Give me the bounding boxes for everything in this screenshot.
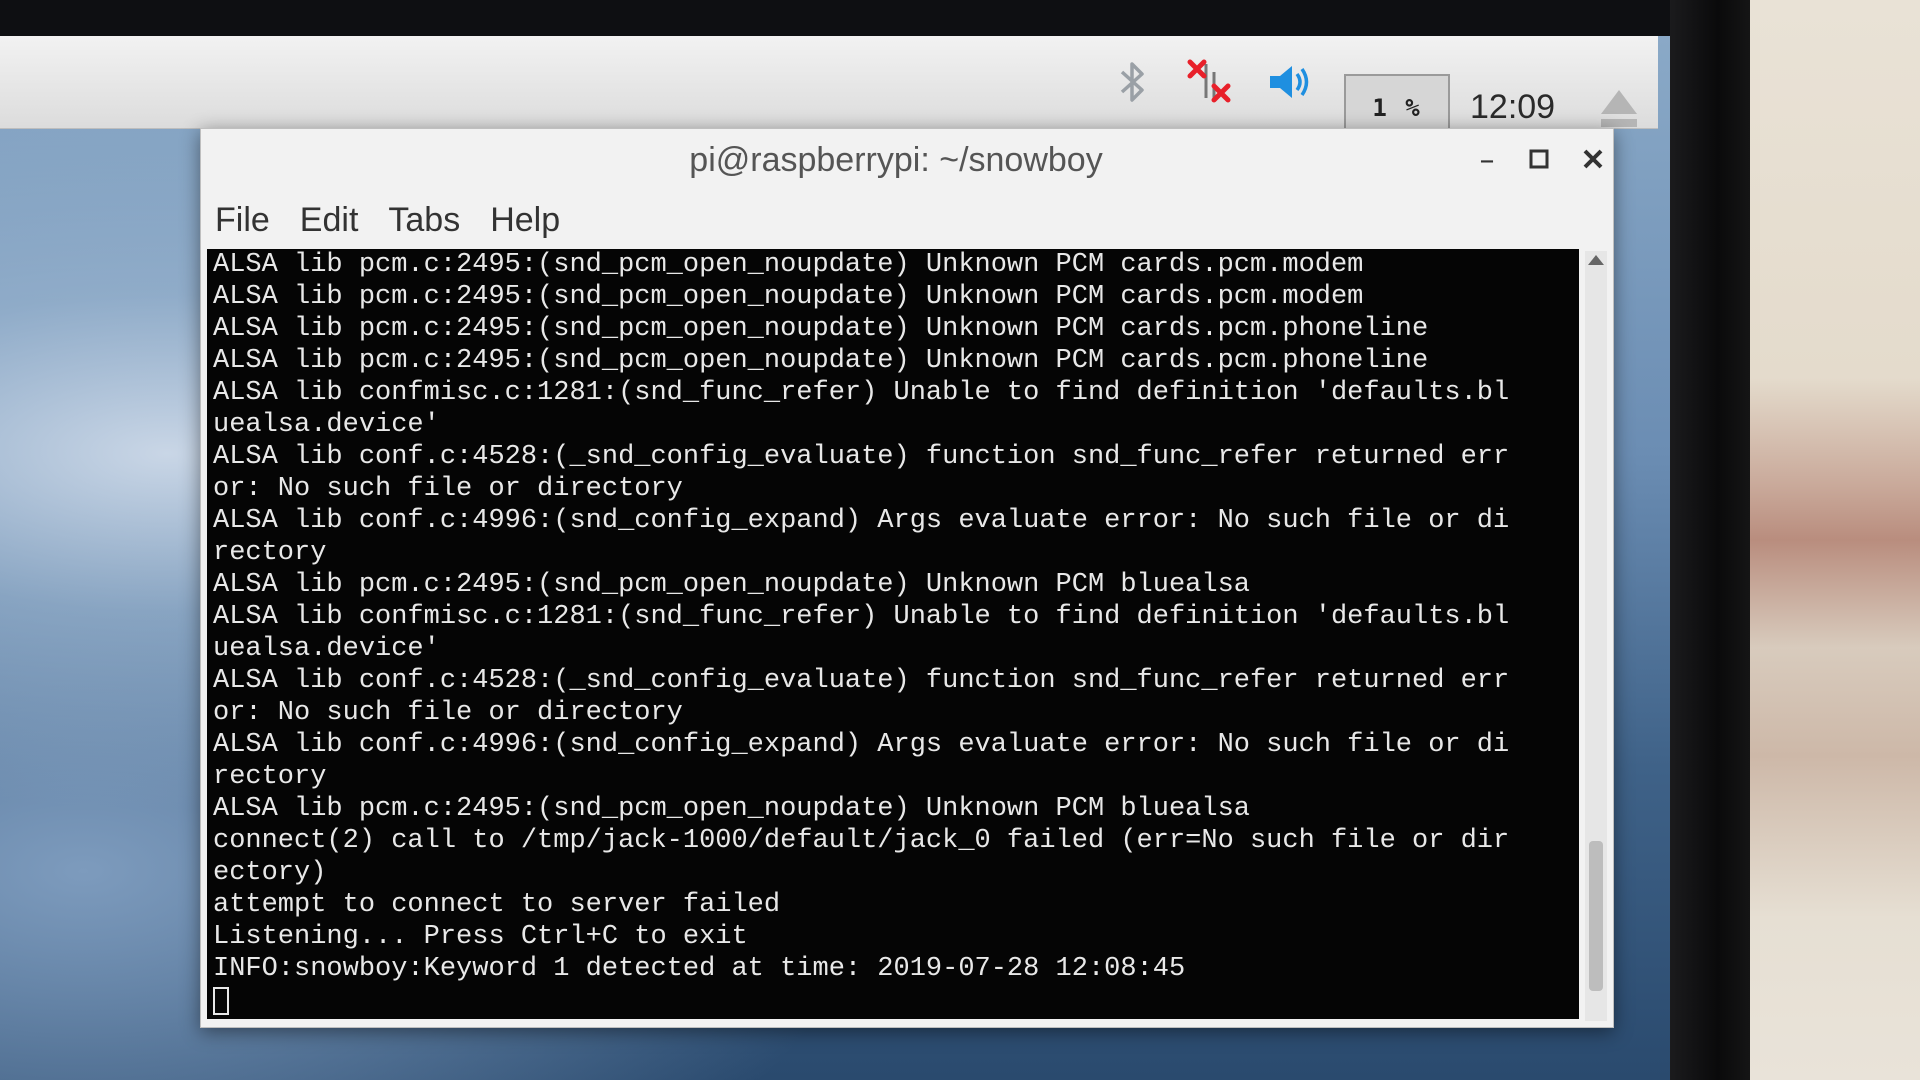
clock[interactable]: 12:09 [1470, 88, 1555, 127]
terminal-line: rectory [213, 538, 327, 568]
terminal-line: ALSA lib pcm.c:2495:(snd_pcm_open_noupda… [213, 794, 1250, 824]
terminal-line: ALSA lib pcm.c:2495:(snd_pcm_open_noupda… [213, 314, 1429, 344]
network-disconnected-icon[interactable] [1186, 58, 1234, 106]
maximize-button[interactable] [1523, 145, 1555, 177]
close-button[interactable] [1577, 145, 1609, 177]
monitor-bezel-right [1670, 0, 1750, 1080]
terminal-line: uealsa.device' [213, 410, 440, 440]
minimize-button[interactable]: – [1471, 145, 1503, 177]
scroll-up-arrow-icon[interactable] [1588, 255, 1604, 265]
terminal-output[interactable]: ALSA lib pcm.c:2495:(snd_pcm_open_noupda… [207, 249, 1579, 1019]
window-titlebar[interactable]: pi@raspberrypi: ~/snowboy – [201, 129, 1613, 191]
terminal-line: ALSA lib confmisc.c:1281:(snd_func_refer… [213, 378, 1510, 408]
bluetooth-icon[interactable] [1108, 58, 1156, 106]
terminal-line: INFO:snowboy:Keyword 1 detected at time:… [213, 954, 1186, 984]
menu-file[interactable]: File [215, 201, 270, 247]
terminal-line: Listening... Press Ctrl+C to exit [213, 922, 748, 952]
terminal-line: rectory [213, 762, 327, 792]
terminal-line: attempt to connect to server failed [213, 890, 781, 920]
terminal-line: ALSA lib conf.c:4528:(_snd_config_evalua… [213, 666, 1510, 696]
volume-icon[interactable] [1266, 58, 1314, 106]
room-background [1750, 0, 1920, 1080]
terminal-line: ALSA lib conf.c:4996:(snd_config_expand)… [213, 730, 1510, 760]
text-cursor [213, 987, 229, 1015]
terminal-line: ALSA lib pcm.c:2495:(snd_pcm_open_noupda… [213, 250, 1364, 280]
window-title: pi@raspberrypi: ~/snowboy [689, 141, 1103, 179]
terminal-line: or: No such file or directory [213, 474, 683, 504]
terminal-line: ALSA lib pcm.c:2495:(snd_pcm_open_noupda… [213, 570, 1250, 600]
terminal-window: pi@raspberrypi: ~/snowboy – File Edit Ta… [200, 128, 1614, 1028]
menu-bar: File Edit Tabs Help [215, 201, 560, 247]
terminal-line: connect(2) call to /tmp/jack-1000/defaul… [213, 826, 1510, 856]
monitor-bezel-top [0, 0, 1920, 36]
terminal-line: ALSA lib pcm.c:2495:(snd_pcm_open_noupda… [213, 282, 1364, 312]
terminal-lines: ALSA lib pcm.c:2495:(snd_pcm_open_noupda… [213, 249, 1509, 1019]
eject-icon[interactable] [1598, 86, 1640, 130]
terminal-line: ALSA lib pcm.c:2495:(snd_pcm_open_noupda… [213, 346, 1429, 376]
terminal-line: ectory) [213, 858, 327, 888]
terminal-scrollbar[interactable] [1585, 251, 1607, 1021]
terminal-line: or: No such file or directory [213, 698, 683, 728]
scrollbar-thumb[interactable] [1589, 841, 1603, 991]
menu-help[interactable]: Help [490, 201, 560, 247]
terminal-line: uealsa.device' [213, 634, 440, 664]
terminal-line: ALSA lib conf.c:4528:(_snd_config_evalua… [213, 442, 1510, 472]
terminal-cursor-line [213, 987, 1509, 1019]
menu-edit[interactable]: Edit [300, 201, 359, 247]
top-panel: 1 % 12:09 [0, 36, 1658, 142]
menu-tabs[interactable]: Tabs [388, 201, 460, 247]
terminal-line: ALSA lib conf.c:4996:(snd_config_expand)… [213, 506, 1510, 536]
close-icon [1583, 149, 1603, 169]
maximize-icon [1529, 149, 1549, 169]
terminal-line: ALSA lib confmisc.c:1281:(snd_func_refer… [213, 602, 1510, 632]
